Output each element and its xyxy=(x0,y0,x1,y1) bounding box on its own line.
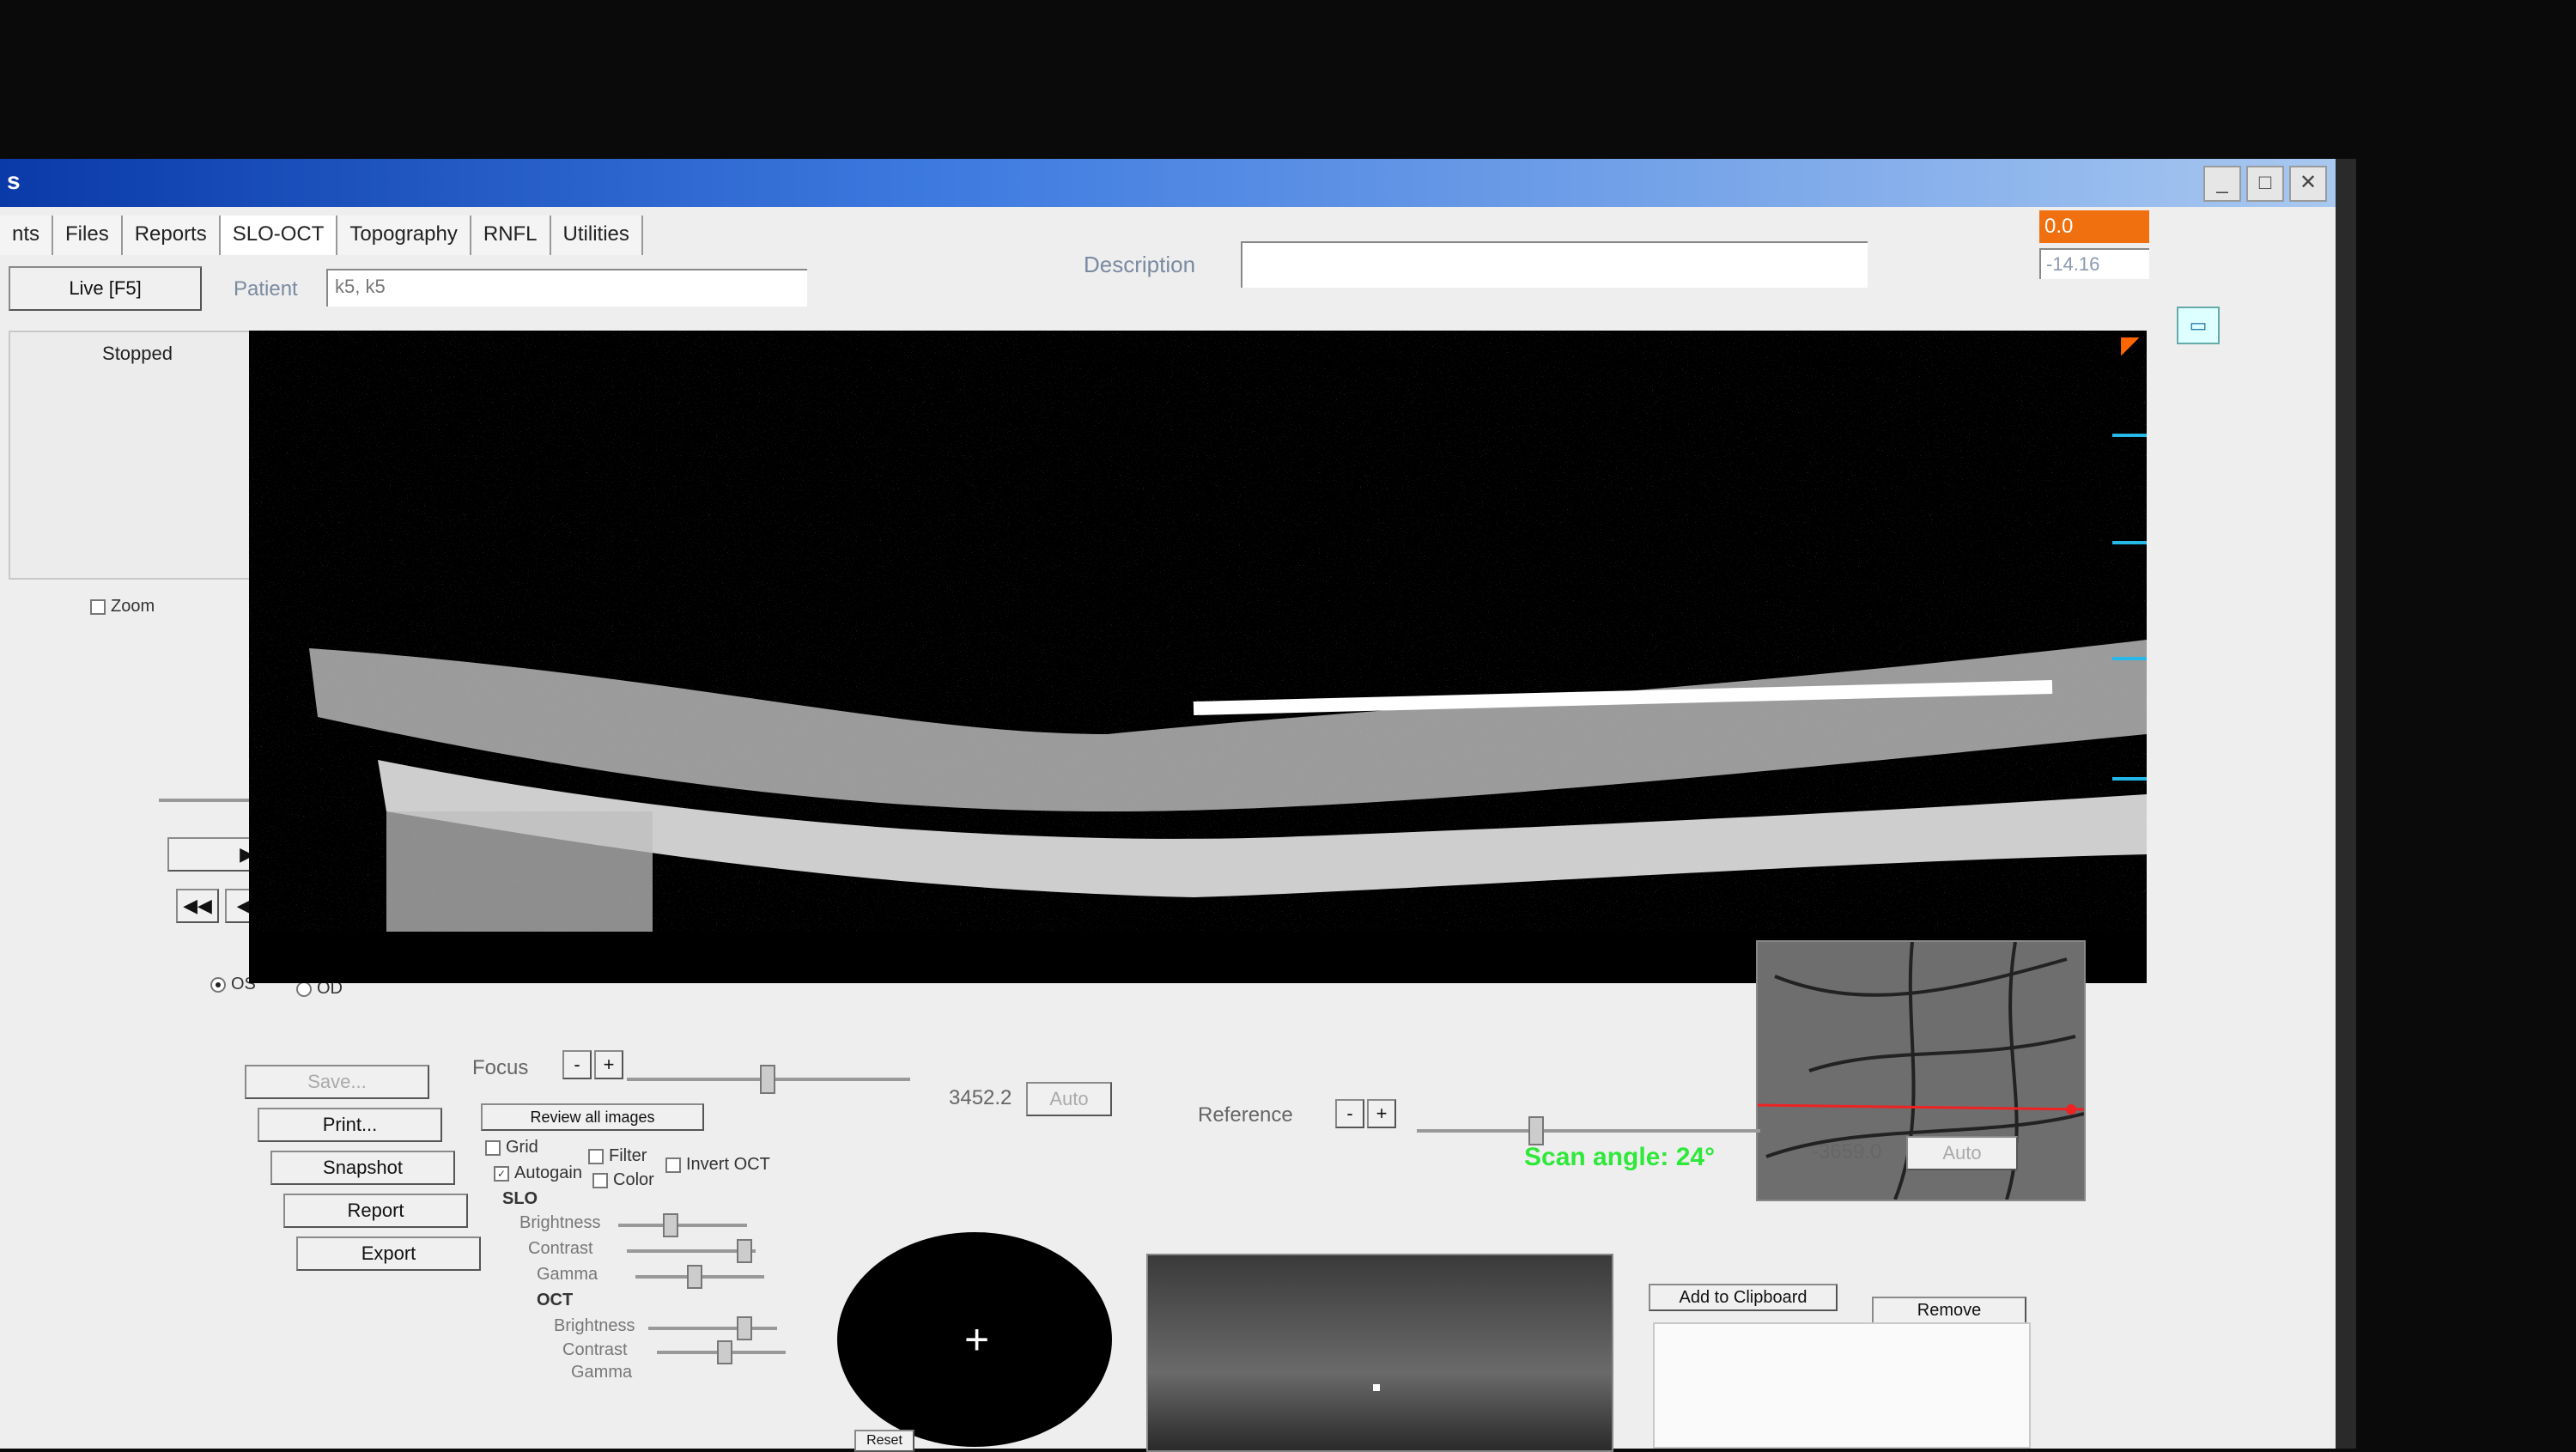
focus-slider-thumb[interactable] xyxy=(760,1065,775,1094)
minimize-button[interactable]: _ xyxy=(2203,166,2241,202)
tab-slo-oct[interactable]: SLO-OCT xyxy=(220,216,338,255)
reference-minus-button[interactable]: - xyxy=(1335,1099,1364,1128)
slo-contrast-label: Contrast xyxy=(528,1239,593,1258)
depth-marker-1 xyxy=(2112,434,2147,437)
slo-brightness-label: Brightness xyxy=(519,1213,601,1232)
status-panel: Stopped xyxy=(9,331,266,580)
oct-section-label: OCT xyxy=(537,1291,574,1309)
zoom-label: Zoom xyxy=(111,597,155,616)
reference-plus-button[interactable]: + xyxy=(1367,1099,1396,1128)
patient-field[interactable]: k5, k5 xyxy=(326,269,807,307)
snapshot-button[interactable]: Snapshot xyxy=(270,1151,455,1185)
oct-gamma-label: Gamma xyxy=(571,1363,633,1382)
focus-label: Focus xyxy=(472,1056,529,1079)
color-checkbox[interactable]: Color xyxy=(592,1170,654,1190)
focus-minus-button[interactable]: - xyxy=(562,1050,592,1079)
remove-button[interactable]: Remove xyxy=(1872,1297,2026,1324)
oct-contrast-label: Contrast xyxy=(562,1340,628,1359)
offset-readout: -14.16 xyxy=(2039,248,2149,279)
live-button[interactable]: Live [F5] xyxy=(9,266,202,311)
monitor-icon[interactable]: ▭ xyxy=(2177,307,2220,344)
reset-button[interactable]: Reset xyxy=(854,1430,914,1452)
invert-oct-label: Invert OCT xyxy=(686,1155,770,1174)
tab-bar: nts Files Reports SLO-OCT Topography RNF… xyxy=(0,216,643,255)
close-button[interactable]: ✕ xyxy=(2289,166,2327,202)
clipboard-list[interactable] xyxy=(1653,1322,2031,1449)
tab-patients[interactable]: nts xyxy=(0,216,54,255)
tab-utilities[interactable]: Utilities xyxy=(550,216,643,255)
slo-brightness-slider[interactable] xyxy=(618,1224,747,1227)
position-readout: 0.0 xyxy=(2039,210,2149,243)
tab-rnfl[interactable]: RNFL xyxy=(471,216,551,255)
app-window: s _ □ ✕ nts Files Reports SLO-OCT Topogr… xyxy=(0,159,2356,1452)
oct-brightness-slider[interactable] xyxy=(648,1327,777,1330)
reference-slider-thumb[interactable] xyxy=(1528,1116,1544,1145)
slo-section-label: SLO xyxy=(502,1189,538,1208)
focus-auto-button[interactable]: Auto xyxy=(1026,1082,1112,1116)
oct-layers xyxy=(249,331,2147,983)
slo-gamma-label: Gamma xyxy=(537,1265,598,1284)
tab-topography[interactable]: Topography xyxy=(337,216,471,255)
fixation-dot-icon xyxy=(1373,1384,1380,1391)
window-title: s xyxy=(7,167,21,194)
export-button[interactable]: Export xyxy=(296,1236,481,1271)
report-button[interactable]: Report xyxy=(283,1194,468,1228)
add-to-clipboard-button[interactable]: Add to Clipboard xyxy=(1649,1284,1838,1311)
zoom-checkbox[interactable]: Zoom xyxy=(90,597,155,617)
autogain-checkbox[interactable]: ✓ Autogain xyxy=(494,1163,582,1183)
oct-contrast-thumb[interactable] xyxy=(717,1340,732,1364)
oct-brightness-thumb[interactable] xyxy=(737,1316,752,1340)
print-button[interactable]: Print... xyxy=(258,1108,442,1142)
reference-auto-button[interactable]: Auto xyxy=(1906,1136,2018,1170)
description-label: Description xyxy=(1084,252,1196,277)
autogain-label: Autogain xyxy=(514,1163,582,1182)
scan-angle-label: Scan angle: 24° xyxy=(1524,1143,1716,1171)
title-bar: s _ □ ✕ xyxy=(0,159,2336,207)
status-text: Stopped xyxy=(102,343,173,364)
reference-label: Reference xyxy=(1198,1103,1293,1127)
slo-brightness-thumb[interactable] xyxy=(663,1213,678,1237)
reference-value: -3659.0 xyxy=(1812,1140,1882,1163)
zoom-check-box[interactable] xyxy=(90,598,106,615)
slo-contrast-thumb[interactable] xyxy=(737,1239,752,1263)
tab-reports[interactable]: Reports xyxy=(122,216,221,255)
slo-gamma-thumb[interactable] xyxy=(687,1265,702,1289)
grid-label: Grid xyxy=(506,1138,538,1157)
oct-brightness-label: Brightness xyxy=(554,1316,635,1335)
depth-marker-4 xyxy=(2112,777,2147,781)
iris-camera-view[interactable]: + xyxy=(837,1232,1112,1447)
maximize-button[interactable]: □ xyxy=(2246,166,2284,202)
depth-marker-2 xyxy=(2112,541,2147,544)
color-label: Color xyxy=(613,1170,654,1189)
invert-oct-checkbox[interactable]: Invert OCT xyxy=(665,1155,770,1175)
oct-bscan-image[interactable]: ◤ xyxy=(249,331,2147,983)
description-field[interactable] xyxy=(1241,241,1868,288)
review-all-images-button[interactable]: Review all images xyxy=(481,1103,704,1131)
depth-marker-3 xyxy=(2112,657,2147,660)
grid-checkbox[interactable]: Grid xyxy=(485,1138,538,1157)
patient-label: Patient xyxy=(234,277,298,301)
anterior-camera-view[interactable] xyxy=(1146,1254,1613,1452)
save-button[interactable]: Save... xyxy=(245,1065,429,1099)
rewind-button[interactable]: ◀◀ xyxy=(176,889,219,923)
orange-marker-icon: ◤ xyxy=(2121,331,2140,358)
filter-checkbox[interactable]: Filter xyxy=(588,1146,647,1166)
focus-plus-button[interactable]: + xyxy=(594,1050,623,1079)
focus-value: 3452.2 xyxy=(949,1086,1012,1109)
tab-files[interactable]: Files xyxy=(53,216,123,255)
reference-slider[interactable] xyxy=(1417,1129,1760,1133)
crosshair-icon: + xyxy=(964,1315,990,1364)
filter-label: Filter xyxy=(609,1146,647,1165)
